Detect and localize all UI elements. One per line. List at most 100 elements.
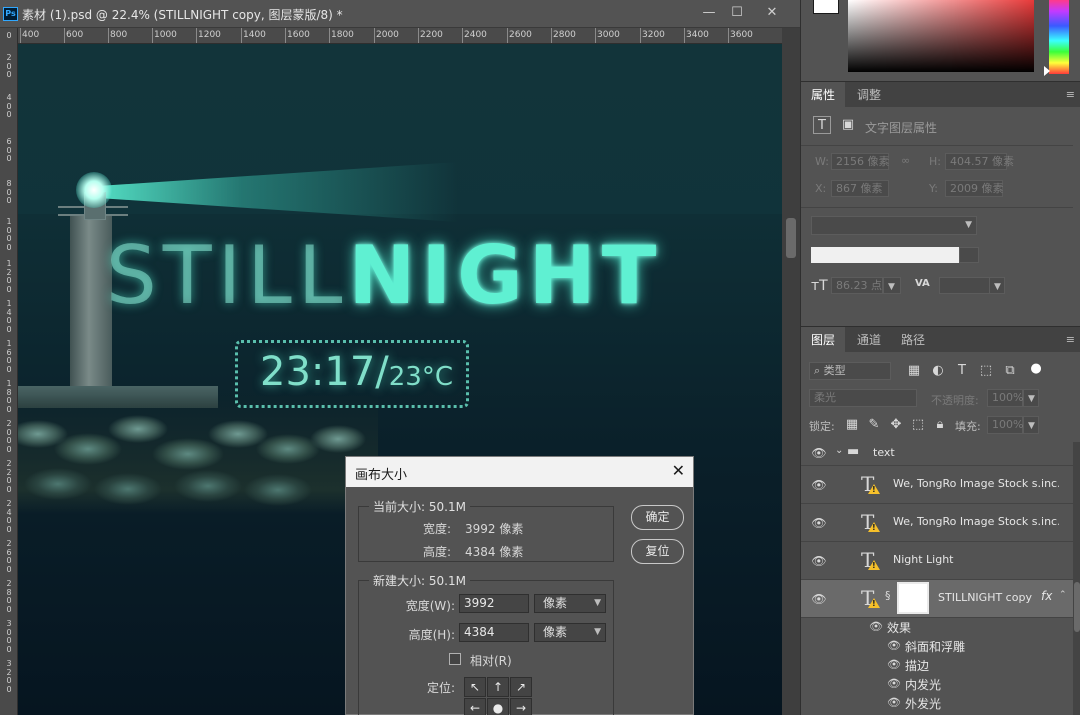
- scrollbar-thumb[interactable]: [1074, 582, 1080, 632]
- layers-menu-icon[interactable]: ≡: [1066, 333, 1075, 346]
- lock-transparent-icon[interactable]: ▦: [843, 416, 861, 434]
- link-icon[interactable]: ∞: [901, 154, 910, 167]
- tab-layers[interactable]: 图层: [801, 327, 846, 353]
- height-input[interactable]: 4384: [459, 623, 529, 642]
- height-unit-select[interactable]: 像素 ▼: [534, 623, 606, 642]
- tracking-dropdown[interactable]: ▼: [989, 277, 1005, 294]
- layer-row[interactable]: 👁︎ T ! We, TongRo Image Stock s.inc...: [801, 466, 1073, 504]
- eye-icon[interactable]: 👁︎: [887, 677, 901, 690]
- lock-all-icon[interactable]: 🔒︎: [931, 416, 949, 434]
- filter-adjustment-icon[interactable]: ◐: [929, 362, 947, 380]
- tab-channels[interactable]: 通道: [847, 327, 891, 353]
- anchor-center[interactable]: ●: [487, 698, 509, 715]
- eye-icon[interactable]: 👁︎: [810, 444, 828, 462]
- eye-icon[interactable]: 👁︎: [887, 696, 901, 709]
- ok-button[interactable]: 确定: [631, 505, 684, 530]
- font-style-dropdown[interactable]: [959, 247, 979, 263]
- tracking-field[interactable]: [939, 277, 991, 294]
- relative-checkbox[interactable]: [449, 653, 461, 665]
- clock-frame: 23:17/23°C: [235, 340, 469, 408]
- effect-inner-glow[interactable]: 内发光: [905, 676, 941, 693]
- filter-toggle-icon[interactable]: ●: [1027, 360, 1045, 378]
- minimize-button[interactable]: —: [695, 3, 723, 23]
- opacity-dropdown[interactable]: ▼: [1023, 389, 1039, 407]
- effect-stroke[interactable]: 描边: [905, 657, 929, 674]
- fx-icon[interactable]: fx: [1041, 589, 1052, 603]
- blend-mode-select[interactable]: 柔光: [809, 389, 917, 407]
- warning-mark: !: [872, 523, 876, 532]
- document-titlebar[interactable]: Ps 素材 (1).psd @ 22.4% (STILLNIGHT copy, …: [0, 0, 800, 28]
- scrollbar-thumb[interactable]: [786, 218, 796, 258]
- anchor-top-right[interactable]: ↗: [510, 677, 532, 697]
- ruler-tick: 0: [6, 31, 12, 40]
- effect-bevel-emboss[interactable]: 斜面和浮雕: [905, 638, 965, 655]
- close-icon: ✕: [671, 461, 685, 480]
- ruler-tick: 400: [19, 28, 40, 43]
- eye-icon[interactable]: 👁︎: [869, 620, 883, 633]
- layer-row-selected[interactable]: 👁︎ T ! § STILLNIGHT copy fx ⌃: [801, 580, 1073, 618]
- anchor-left[interactable]: ←: [464, 698, 486, 715]
- mask-icon[interactable]: ▣: [839, 116, 857, 134]
- dialog-titlebar[interactable]: 画布大小 ✕: [346, 457, 693, 487]
- eye-icon[interactable]: 👁︎: [810, 590, 828, 608]
- tab-properties[interactable]: 属性: [801, 82, 846, 108]
- tab-adjustments[interactable]: 调整: [847, 82, 891, 108]
- font-size-dropdown[interactable]: ▼: [883, 277, 901, 294]
- ruler-tick: 2200: [418, 28, 443, 43]
- foreground-color-swatch[interactable]: [813, 0, 839, 14]
- anchor-top[interactable]: ↑: [487, 677, 509, 697]
- color-saturation-field[interactable]: [848, 0, 1034, 72]
- eye-icon[interactable]: 👁︎: [810, 514, 828, 532]
- properties-menu-icon[interactable]: ≡: [1066, 88, 1075, 101]
- filter-pixel-icon[interactable]: ▦: [905, 362, 923, 380]
- night-word: NIGHT: [348, 229, 663, 322]
- filter-shape-icon[interactable]: ⬚: [977, 362, 995, 380]
- fill-field[interactable]: 100%: [987, 416, 1023, 434]
- vertical-ruler[interactable]: 0 200 400 600 800 1000 1200 1400 1600 18…: [0, 28, 18, 715]
- layer-row[interactable]: 👁︎ T ! We, TongRo Image Stock s.inc...: [801, 504, 1073, 542]
- hue-marker[interactable]: [1044, 66, 1050, 76]
- layer-group-text[interactable]: 👁︎ ⌄ ▬ text: [801, 440, 1073, 466]
- eye-icon[interactable]: 👁︎: [810, 552, 828, 570]
- chevron-down-icon: ▼: [594, 598, 601, 608]
- layers-scrollbar[interactable]: [1073, 442, 1080, 715]
- document-scrollbar[interactable]: [782, 28, 800, 715]
- anchor-right[interactable]: →: [510, 698, 532, 715]
- anchor-top-left[interactable]: ↖: [464, 677, 486, 697]
- width-unit-select[interactable]: 像素 ▼: [534, 594, 606, 613]
- fill-dropdown[interactable]: ▼: [1023, 416, 1039, 434]
- restore-button[interactable]: ☐: [723, 3, 751, 23]
- layer-filter-select[interactable]: ⌕ 类型: [809, 362, 891, 380]
- lock-image-icon[interactable]: ✎: [865, 416, 883, 434]
- opacity-field[interactable]: 100%: [987, 389, 1023, 407]
- dialog-close-button[interactable]: ✕: [672, 461, 685, 480]
- filter-smart-icon[interactable]: ⧉: [1001, 362, 1019, 380]
- reset-button[interactable]: 复位: [631, 539, 684, 564]
- tab-paths[interactable]: 路径: [891, 327, 935, 353]
- font-size-field[interactable]: 86.23 点: [831, 277, 883, 294]
- layer-row[interactable]: 👁︎ T ! Night Light: [801, 542, 1073, 580]
- height-unit-value: 像素: [543, 625, 568, 639]
- x-field[interactable]: 867 像素: [831, 180, 889, 197]
- lock-artboard-icon[interactable]: ⬚: [909, 416, 927, 434]
- hue-slider[interactable]: [1049, 0, 1069, 74]
- h-field[interactable]: 404.57 像素: [945, 153, 1014, 170]
- layer-mask-thumbnail[interactable]: [897, 582, 929, 614]
- horizontal-ruler[interactable]: 400 600 800 1000 1200 1400 1600 1800 200…: [18, 28, 782, 44]
- chevron-up-icon[interactable]: ⌃: [1059, 590, 1067, 600]
- close-button[interactable]: ✕: [758, 3, 786, 23]
- eye-icon[interactable]: 👁︎: [887, 639, 901, 652]
- effect-outer-glow[interactable]: 外发光: [905, 695, 941, 712]
- w-field[interactable]: 2156 像素: [831, 153, 890, 170]
- width-input[interactable]: 3992: [459, 594, 529, 613]
- font-style-select[interactable]: [811, 247, 959, 263]
- y-field[interactable]: 2009 像素: [945, 180, 1004, 197]
- eye-icon[interactable]: 👁︎: [887, 658, 901, 671]
- font-family-select[interactable]: ▼: [811, 216, 977, 235]
- link-icon[interactable]: §: [885, 589, 891, 602]
- eye-icon[interactable]: 👁︎: [810, 476, 828, 494]
- chevron-down-icon[interactable]: ⌄: [835, 445, 843, 456]
- lock-position-icon[interactable]: ✥: [887, 416, 905, 434]
- ruler-tick: 400: [6, 93, 12, 120]
- filter-type-icon[interactable]: T: [953, 362, 971, 380]
